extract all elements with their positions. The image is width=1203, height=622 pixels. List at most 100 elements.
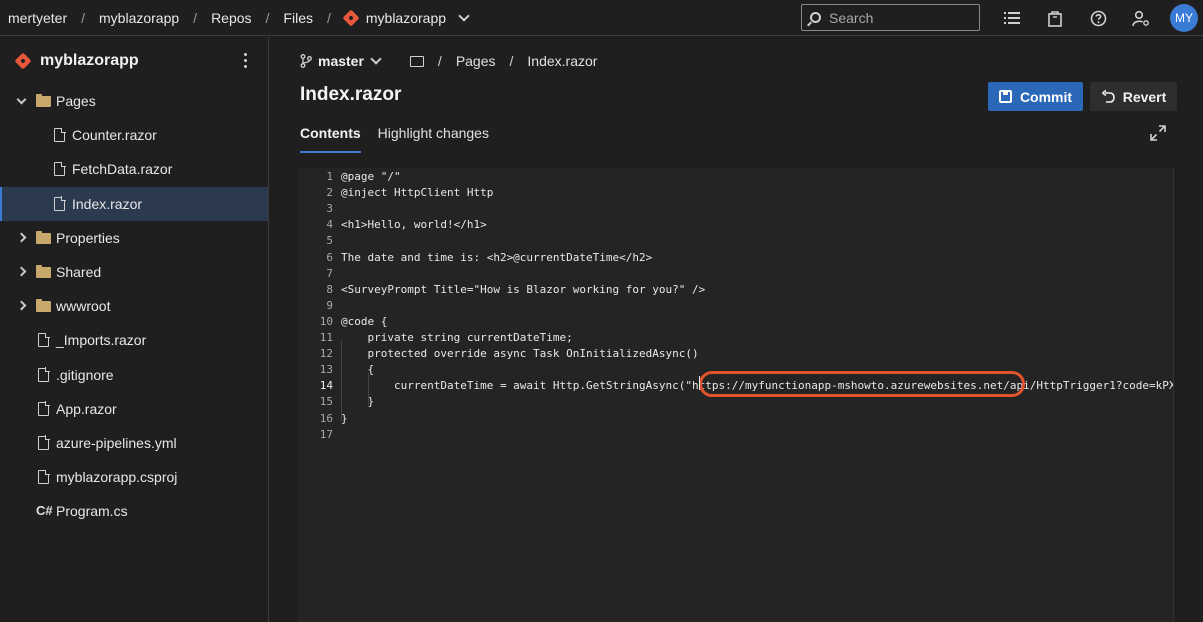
revert-button-label: Revert [1122,88,1167,105]
code-line[interactable]: 11 private string currentDateTime; [298,330,1173,346]
tab-contents[interactable]: Contents [300,125,361,153]
chevron-right-icon[interactable] [16,232,27,243]
code-text: private string currentDateTime; [341,331,573,344]
file-icon [54,196,66,211]
file-tree-sidebar: myblazorapp Pages Counter.razor FetchData.… [0,37,269,622]
chevron-down-icon[interactable] [370,53,382,65]
text-cursor [699,376,700,390]
commit-button[interactable]: Commit [988,82,1083,111]
fullscreen-icon[interactable] [1150,125,1166,141]
code-line[interactable]: 1 @page "/" [298,169,1173,185]
breadcrumb-files[interactable]: Files [283,10,313,26]
breadcrumb-org[interactable]: mertyeter [8,10,67,26]
line-number: 2 [326,186,333,200]
line-number: 16 [319,411,333,425]
help-icon[interactable] [1086,6,1110,30]
tree-item-label: wwwroot [56,298,111,315]
list-icon[interactable] [1000,6,1024,30]
folder-icon[interactable] [409,55,424,67]
url-highlight-annotation [699,371,1025,397]
chevron-right-icon[interactable] [16,266,27,277]
tree-item-label: App.razor [56,400,117,417]
tree-item[interactable]: azure-pipelines.yml [0,426,268,460]
tree-item[interactable]: Counter.razor [0,118,268,152]
code-line[interactable]: 17 [298,427,1173,443]
file-icon [38,367,50,382]
csharp-file-icon: C# [36,503,53,519]
code-line[interactable]: 7 [298,266,1173,282]
folder-icon [36,299,51,313]
file-icon [54,161,66,177]
code-line[interactable]: 10 @code { [298,314,1173,330]
code-line[interactable]: 4 <h1>Hello, world!</h1> [298,217,1173,233]
tree-item[interactable]: Shared [0,255,268,289]
code-editor[interactable]: 17 16} 15 } 14 currentDateTime = await Http… [298,168,1173,622]
tree-item-label: Shared [56,263,102,280]
tree-item[interactable]: myblazorapp.csproj [0,460,268,494]
code-text: @inject HttpClient Http [341,186,494,200]
indent-guide [341,341,342,421]
code-text: } [341,395,375,409]
file-path-bar: master / Pages / Index.razor [300,51,597,71]
chevron-down-icon[interactable] [16,94,27,105]
line-number: 7 [326,266,333,280]
code-line[interactable]: 12 protected override async Task OnIniti… [298,346,1173,362]
editor-scrollbar[interactable] [1173,168,1203,622]
code-line[interactable]: 9 [298,298,1173,314]
tab-highlight-changes[interactable]: Highlight changes [378,125,489,153]
line-number: 6 [326,250,333,264]
shopping-bag-icon[interactable] [1043,6,1067,30]
avatar[interactable]: MY [1170,4,1198,32]
revert-button[interactable]: Revert [1090,82,1177,111]
code-text: { [341,363,375,377]
tree-item[interactable]: .gitignore [0,358,268,392]
breadcrumb-separator: / [265,9,270,26]
tree-item[interactable]: FetchData.razor [0,152,268,186]
repo-selector[interactable]: myblazorapp [342,9,470,26]
breadcrumb-separator: / [81,9,86,26]
sidebar-repo-name: myblazorapp [40,52,139,69]
file-icon [38,332,50,348]
tree-item[interactable]: Properties [0,221,268,255]
more-options-icon[interactable] [244,53,248,71]
line-number: 10 [319,314,333,328]
code-text: protected override async Task OnInitiali… [341,347,699,361]
code-line[interactable]: 5 [298,233,1173,249]
search-placeholder: Search [829,9,874,26]
tree-item-label: FetchData.razor [72,161,173,178]
code-text: @code { [341,314,388,328]
save-icon [998,90,1012,103]
page-title: Index.razor [300,84,402,105]
code-line[interactable]: 2 @inject HttpClient Http [298,185,1173,201]
sidebar-header: myblazorapp [0,37,268,85]
breadcrumb-separator: / [326,9,331,26]
file-icon [38,435,50,450]
code-line[interactable]: 16} [298,411,1173,427]
tree-item[interactable]: Pages [0,84,268,118]
tree-item[interactable]: App.razor [0,392,268,426]
top-bar: mertyeter / myblazorapp / Repos / Files … [0,0,1203,36]
tree-item[interactable]: C# Program.cs [0,494,268,528]
line-number: 12 [319,347,333,361]
code-text: @page "/" [341,170,401,183]
tree-item[interactable]: wwwroot [0,289,268,323]
chevron-right-icon[interactable] [16,300,27,311]
path-segment-file[interactable]: Index.razor [527,53,597,69]
tree-item-label: myblazorapp.csproj [56,469,178,486]
breadcrumb-repos[interactable]: Repos [211,10,251,26]
user-settings-icon[interactable] [1129,6,1153,30]
branch-selector[interactable]: master [318,53,364,69]
search-input[interactable]: Search [801,4,980,31]
file-icon [54,127,66,143]
line-number: 11 [319,331,333,344]
code-line[interactable]: 3 [298,201,1173,217]
path-segment-pages[interactable]: Pages [456,53,496,69]
code-line[interactable]: 8 <SurveyPrompt Title="How is Blazor work… [298,282,1173,298]
code-line[interactable]: 6 The date and time is: <h2>@currentDateT… [298,250,1173,266]
tree-item[interactable]: Index.razor [0,186,268,221]
path-separator: / [437,53,442,69]
tree-item-label: azure-pipelines.yml [56,434,177,451]
breadcrumb-project[interactable]: myblazorapp [99,10,179,26]
tree-item-label: Properties [56,229,120,246]
tree-item[interactable]: _Imports.razor [0,323,268,357]
